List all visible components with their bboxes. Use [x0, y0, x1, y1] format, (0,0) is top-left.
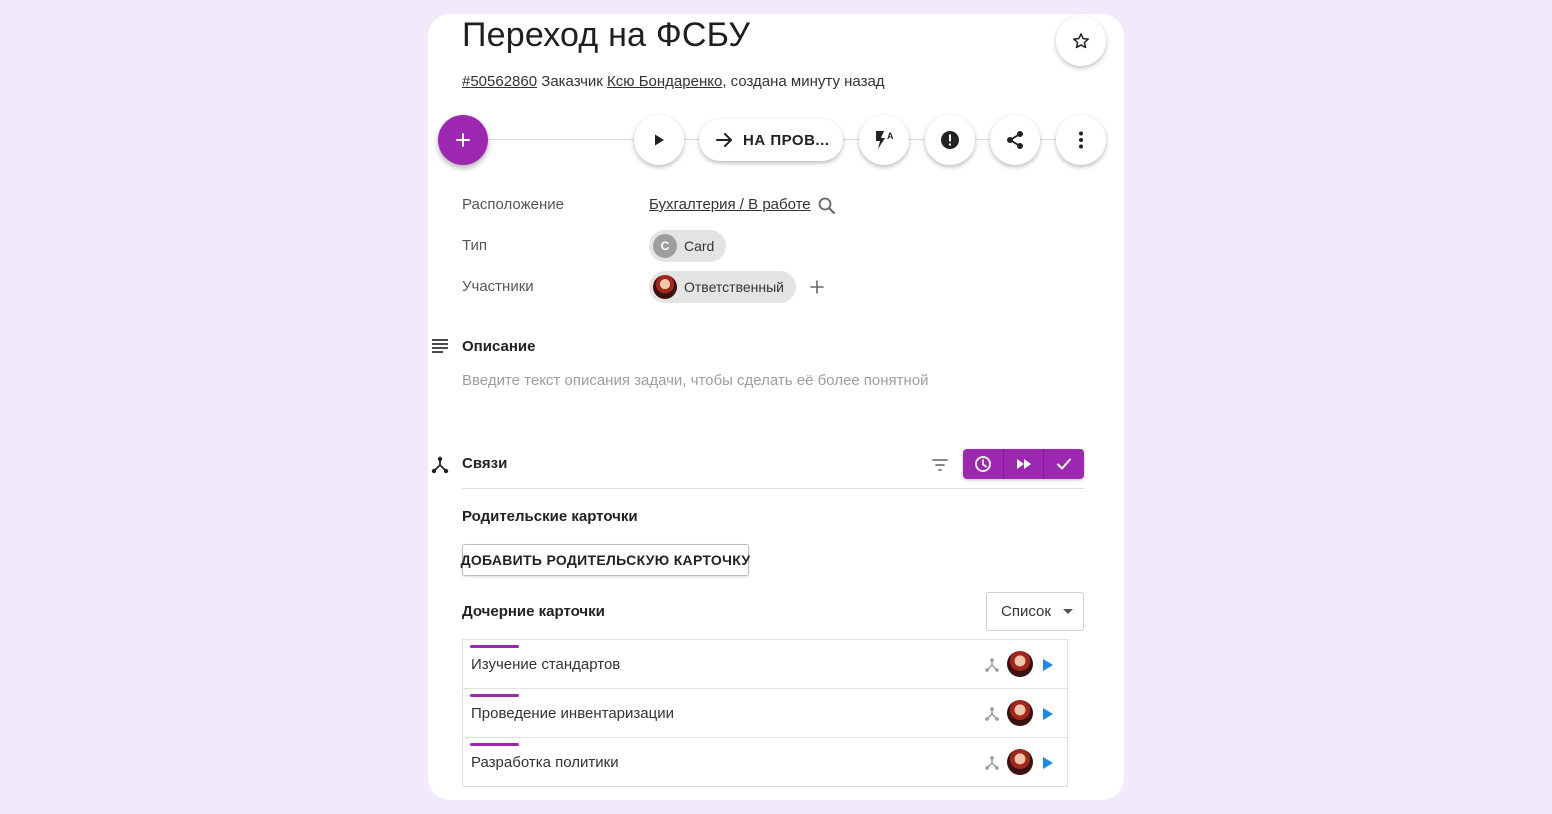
card-meta: #50562860 Заказчик Ксю Бондаренко, созда…: [462, 73, 885, 90]
play-icon[interactable]: [1041, 706, 1055, 722]
participants-label: Участники: [462, 278, 534, 295]
child-card-name: Разработка политики: [471, 754, 619, 771]
exclamation-circle-icon: [941, 131, 959, 149]
participant-role: Ответственный: [684, 279, 784, 295]
transition-label: НА ПРОВ...: [743, 131, 830, 149]
check-icon: [1057, 458, 1072, 470]
created-text: , создана минуту назад: [722, 73, 885, 90]
search-icon[interactable]: [817, 196, 837, 216]
relations-icon: [985, 658, 999, 672]
status-bar: [470, 645, 519, 648]
fast-forward-icon: [1016, 459, 1031, 469]
priority-button[interactable]: [925, 115, 975, 165]
view-mode-value: Список: [1001, 603, 1051, 620]
add-participant-icon[interactable]: [808, 278, 826, 296]
share-button[interactable]: [990, 115, 1040, 165]
start-button[interactable]: [634, 115, 684, 165]
star-outline-icon: [1073, 33, 1089, 49]
more-button[interactable]: [1056, 115, 1106, 165]
list-item[interactable]: Проведение инвентаризации: [463, 689, 1067, 738]
location-link[interactable]: Бухгалтерия / В работе: [649, 196, 811, 213]
card-panel: Переход на ФСБУ #50562860 Заказчик Ксю Б…: [428, 14, 1124, 800]
participant-chip[interactable]: Ответственный: [649, 271, 796, 303]
card-id-link[interactable]: #50562860: [462, 73, 537, 90]
customer-link[interactable]: Ксю Бондаренко: [607, 73, 722, 90]
automation-button[interactable]: A: [859, 115, 909, 165]
add-button[interactable]: [438, 115, 488, 165]
more-vertical-icon: [1079, 131, 1083, 149]
child-cards-title: Дочерние карточки: [462, 603, 605, 620]
play-icon[interactable]: [1041, 657, 1055, 673]
svg-text:A: A: [887, 131, 894, 141]
caret-down-icon: [1062, 608, 1073, 614]
relations-icon: [985, 707, 999, 721]
description-title: Описание: [462, 338, 536, 355]
filter-pending-button[interactable]: [963, 449, 1004, 479]
transition-button[interactable]: НА ПРОВ...: [699, 119, 843, 161]
location-label: Расположение: [462, 196, 564, 213]
plus-icon: [456, 133, 470, 147]
status-bar: [470, 743, 519, 746]
arrow-right-icon: [716, 133, 732, 147]
list-item[interactable]: Разработка политики: [463, 738, 1067, 787]
avatar: [1007, 700, 1033, 726]
type-avatar: C: [653, 234, 677, 258]
child-cards-list: Изучение стандартов Проведение инвентари…: [462, 639, 1068, 787]
avatar: [1007, 749, 1033, 775]
share-icon: [1007, 131, 1023, 149]
description-icon: [432, 339, 448, 353]
list-item[interactable]: Изучение стандартов: [463, 640, 1067, 689]
customer-prefix: Заказчик: [541, 73, 603, 90]
parent-cards-title: Родительские карточки: [462, 508, 638, 525]
type-chip[interactable]: C Card: [649, 230, 727, 262]
card-title[interactable]: Переход на ФСБУ: [462, 16, 750, 55]
child-card-name: Проведение инвентаризации: [471, 705, 674, 722]
play-icon: [655, 134, 664, 146]
view-mode-select[interactable]: Список: [986, 592, 1084, 631]
child-card-name: Изучение стандартов: [471, 656, 621, 673]
relations-icon: [431, 456, 449, 474]
filter-done-button[interactable]: [1044, 449, 1084, 479]
avatar: [653, 275, 677, 299]
clock-icon: [974, 456, 991, 472]
filter-icon[interactable]: [930, 455, 950, 475]
favorite-button[interactable]: [1056, 16, 1106, 66]
play-icon[interactable]: [1041, 755, 1055, 771]
flash-auto-icon: A: [876, 131, 894, 149]
type-label: Тип: [462, 237, 488, 254]
relation-filter-group: [963, 449, 1084, 479]
relations-icon: [985, 756, 999, 770]
filter-in-progress-button[interactable]: [1004, 449, 1045, 479]
status-bar: [470, 694, 519, 697]
relations-title: Связи: [462, 455, 508, 472]
description-placeholder[interactable]: Введите текст описания задачи, чтобы сде…: [462, 372, 929, 389]
add-parent-button[interactable]: ДОБАВИТЬ РОДИТЕЛЬСКУЮ КАРТОЧКУ: [461, 544, 750, 576]
type-value: Card: [684, 238, 715, 254]
relations-divider: [462, 488, 1084, 489]
avatar: [1007, 651, 1033, 677]
